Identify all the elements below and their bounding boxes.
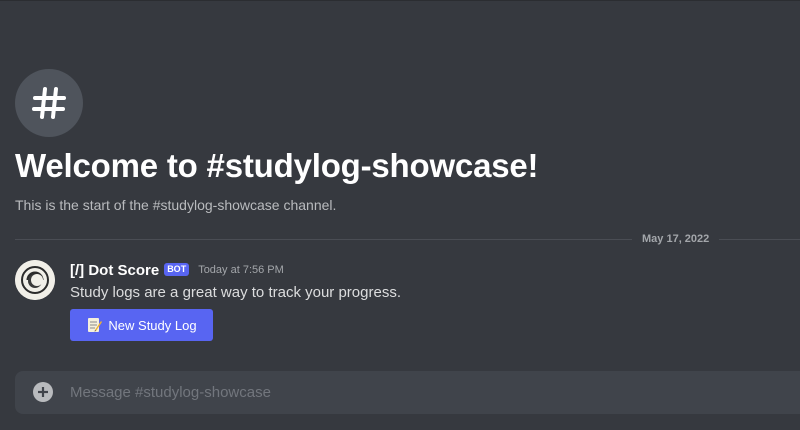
new-study-log-button[interactable]: New Study Log	[70, 309, 213, 341]
chat-area: Welcome to #studylog-showcase! This is t…	[0, 0, 800, 430]
message-composer	[15, 371, 800, 414]
new-study-log-label: New Study Log	[108, 317, 197, 333]
message-header: [/] Dot Score BOT Today at 7:56 PM	[70, 260, 284, 280]
message-content: Study logs are a great way to track your…	[70, 284, 401, 301]
bot-avatar[interactable]	[15, 260, 55, 300]
memo-icon	[86, 317, 103, 333]
hash-icon	[15, 69, 83, 137]
welcome-title: Welcome to #studylog-showcase!	[15, 147, 539, 184]
welcome-subtitle: This is the start of the #studylog-showc…	[15, 197, 337, 213]
divider-date: May 17, 2022	[632, 232, 720, 246]
message-input[interactable]	[70, 371, 770, 414]
bot-badge: BOT	[164, 262, 190, 276]
username[interactable]: [/] Dot Score	[70, 262, 159, 279]
message-timestamp: Today at 7:56 PM	[198, 264, 284, 276]
plus-circle-icon[interactable]	[33, 382, 53, 402]
